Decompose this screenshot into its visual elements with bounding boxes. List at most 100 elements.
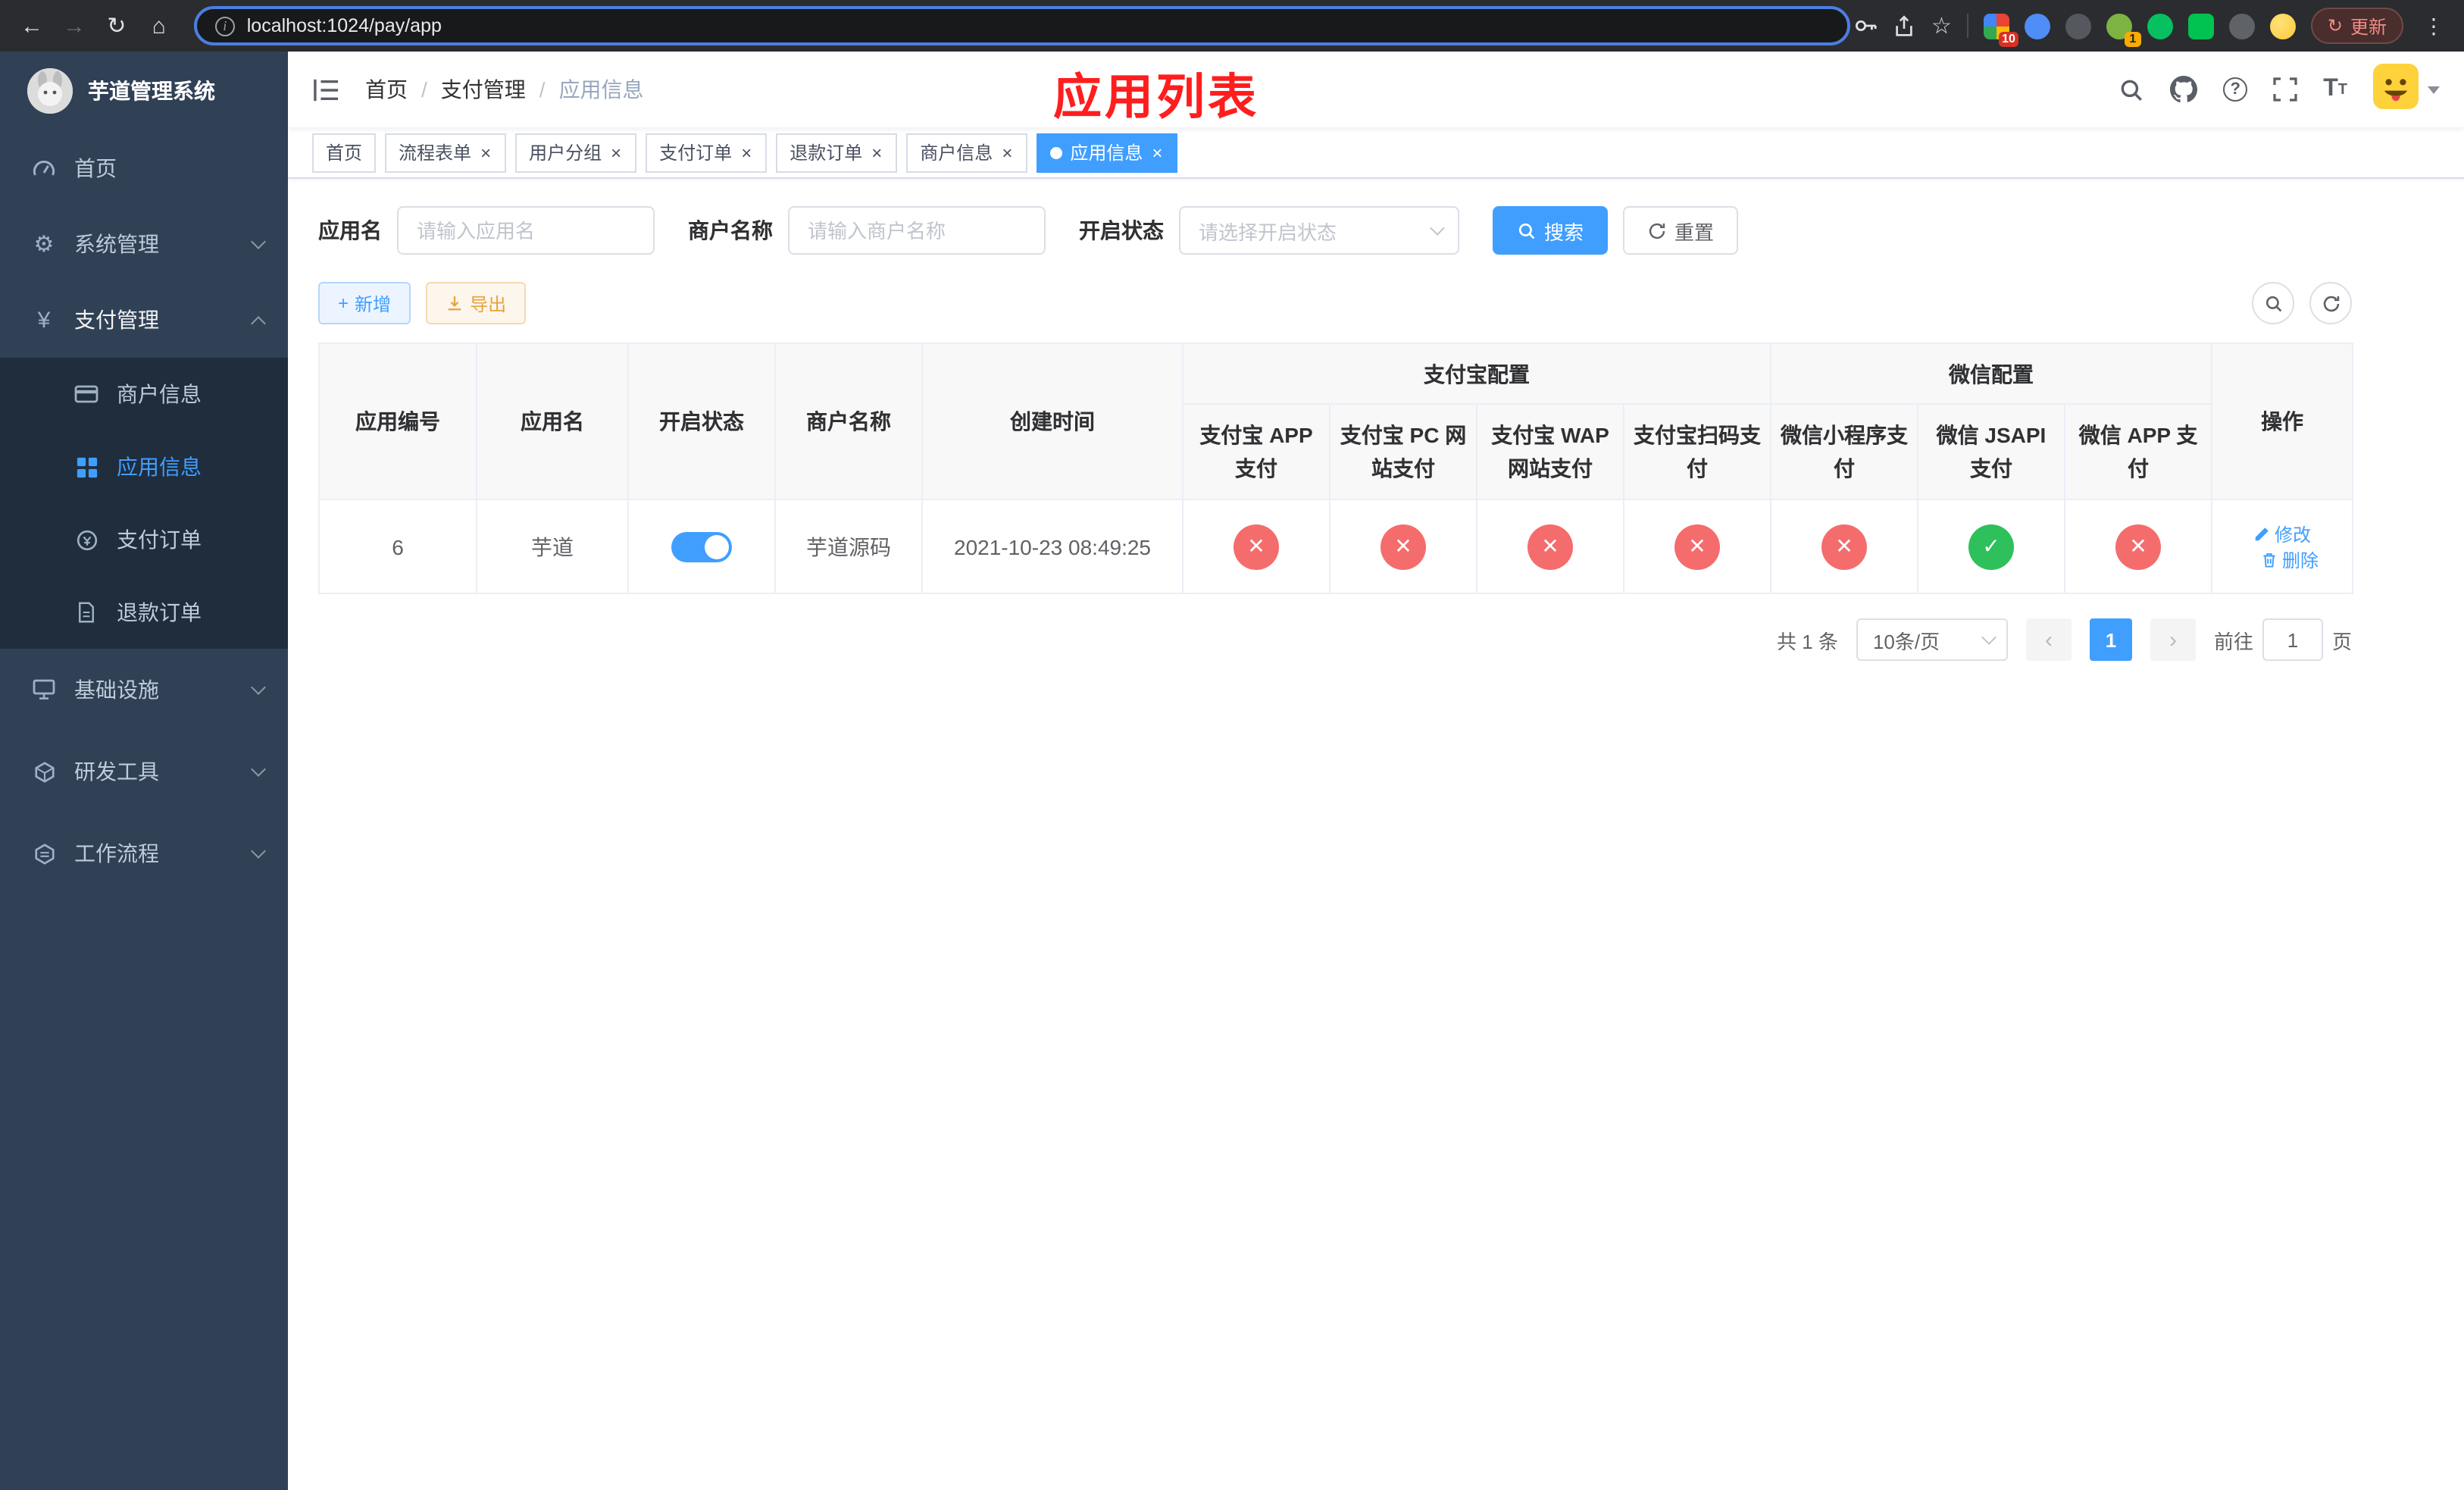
extension-dark-icon[interactable] <box>2065 13 2091 39</box>
app-title: 芋道管理系统 <box>88 79 215 103</box>
show-search-toggle-button[interactable] <box>2252 282 2294 324</box>
status-select[interactable]: 请选择开启状态 <box>1179 206 1459 255</box>
close-icon[interactable]: × <box>740 143 753 161</box>
sidebar-item-label: 工作流程 <box>74 841 159 866</box>
browser-back-icon[interactable]: ← <box>12 6 52 45</box>
divider <box>1966 14 1968 38</box>
sidebar-item-infrastructure[interactable]: 基础设施 <box>0 649 288 731</box>
url-text[interactable]: localhost:1024/pay/app <box>247 15 442 36</box>
password-key-icon[interactable] <box>1854 14 1878 38</box>
sidebar-item-home[interactable]: 首页 <box>0 130 288 206</box>
add-button[interactable]: + 新增 <box>318 282 411 324</box>
close-icon[interactable]: × <box>479 143 492 161</box>
status-cross-icon: ✕ <box>2115 524 2162 569</box>
status-cross-icon: ✕ <box>1821 524 1867 569</box>
sidebar-item-label: 首页 <box>74 156 117 180</box>
close-icon[interactable]: × <box>1000 143 1014 161</box>
extension-wechat-icon[interactable] <box>2147 13 2173 39</box>
sidebar-item-label: 支付管理 <box>74 308 159 332</box>
user-menu[interactable] <box>2373 63 2440 116</box>
cube-icon <box>30 760 58 783</box>
col-actions: 操作 <box>2211 343 2354 500</box>
tab-merchant-info[interactable]: 商户信息 × <box>906 133 1028 172</box>
extension-drop-icon[interactable] <box>2024 13 2050 39</box>
sidebar-item-devtools[interactable]: 研发工具 <box>0 731 288 812</box>
chevron-down-icon <box>251 843 266 858</box>
search-icon[interactable] <box>2118 77 2144 102</box>
github-icon[interactable] <box>2170 76 2198 103</box>
sidebar-item-label: 应用信息 <box>117 455 202 479</box>
sidebar-item-merchant-info[interactable]: 商户信息 <box>0 358 288 430</box>
app-logo-row[interactable]: 芋道管理系统 <box>0 52 288 130</box>
sidebar-item-label: 商户信息 <box>117 382 202 406</box>
prev-page-button[interactable]: ‹ <box>2025 618 2072 661</box>
sidebar-item-system[interactable]: ⚙ 系统管理 <box>0 206 288 282</box>
breadcrumb-payment[interactable]: 支付管理 <box>441 74 526 105</box>
breadcrumb-home[interactable]: 首页 <box>365 74 408 105</box>
browser-home-icon[interactable]: ⌂ <box>139 6 179 45</box>
payment-submenu: 商户信息 应用信息 支付订单 退款订单 <box>0 358 288 649</box>
credit-card-icon <box>73 382 100 406</box>
sidebar-item-workflow[interactable]: 工作流程 <box>0 812 288 894</box>
tab-refund-order[interactable]: 退款订单 × <box>776 133 898 172</box>
col-merchant: 商户名称 <box>774 343 923 500</box>
browser-reload-icon[interactable]: ↻ <box>97 6 136 45</box>
tab-pay-order[interactable]: 支付订单 × <box>646 133 768 172</box>
browser-menu-icon[interactable]: ⋮ <box>2419 13 2449 39</box>
search-button[interactable]: 搜索 <box>1493 206 1609 255</box>
font-size-icon[interactable]: TT <box>2323 76 2347 103</box>
extension-emoji-icon[interactable] <box>2269 13 2296 39</box>
close-icon[interactable]: × <box>870 143 883 161</box>
app-logo <box>27 68 73 114</box>
browser-forward-icon[interactable]: → <box>55 6 94 45</box>
sidebar-item-refund-order[interactable]: 退款订单 <box>0 576 288 649</box>
site-info-icon[interactable]: i <box>214 16 235 36</box>
reset-button-label: 重置 <box>1674 221 1715 243</box>
extension-chat-icon[interactable] <box>2187 13 2214 39</box>
col-alipay-qr: 支付宝扫码支付 <box>1623 403 1771 500</box>
sidebar-collapse-icon[interactable] <box>312 77 341 102</box>
close-icon[interactable]: × <box>609 143 623 161</box>
tab-label: 首页 <box>326 142 363 164</box>
tab-user-group[interactable]: 用户分组 × <box>515 133 637 172</box>
tab-label: 商户信息 <box>920 142 993 164</box>
share-icon[interactable] <box>1893 14 1916 37</box>
status-label: 开启状态 <box>1079 218 1164 243</box>
reset-button[interactable]: 重置 <box>1623 206 1739 255</box>
col-group-alipay: 支付宝配置 <box>1182 343 1771 405</box>
sidebar-item-app-info[interactable]: 应用信息 <box>0 430 288 503</box>
fullscreen-icon[interactable] <box>2273 77 2297 102</box>
page-size-select[interactable]: 10条/页 <box>1856 618 2008 661</box>
tab-app-info[interactable]: 应用信息 × <box>1037 133 1178 172</box>
status-toggle[interactable] <box>671 531 732 562</box>
app-name-input[interactable] <box>397 206 655 255</box>
chevron-up-icon <box>251 315 266 330</box>
address-bar[interactable]: i localhost:1024/pay/app <box>193 6 1851 45</box>
next-page-button[interactable]: › <box>2150 618 2196 661</box>
export-button[interactable]: 导出 <box>426 282 527 324</box>
close-icon[interactable]: × <box>1150 143 1164 161</box>
help-icon[interactable]: ? <box>2223 77 2248 102</box>
browser-update-button[interactable]: ↻ 更新 <box>2310 8 2404 44</box>
bookmark-star-icon[interactable]: ☆ <box>1931 12 1952 39</box>
col-app-name: 应用名 <box>476 343 629 500</box>
chevron-down-icon <box>251 679 266 694</box>
tab-home[interactable]: 首页 <box>312 133 377 172</box>
goto-page-input[interactable] <box>2262 618 2323 661</box>
status-select-placeholder: 请选择开启状态 <box>1199 221 1337 243</box>
page-number-button[interactable]: 1 <box>2089 618 2132 661</box>
delete-button[interactable]: 删除 <box>2261 546 2319 572</box>
extension-grid-icon[interactable]: 10 <box>1983 13 2018 46</box>
sidebar-item-pay-order[interactable]: 支付订单 <box>0 503 288 576</box>
col-wechat-app: 微信 APP 支付 <box>2063 403 2213 500</box>
tab-process-form[interactable]: 流程表单 × <box>385 133 507 172</box>
sidebar-item-payment[interactable]: ¥ 支付管理 <box>0 282 288 358</box>
extension-pin-icon[interactable] <box>2228 13 2255 39</box>
col-status: 开启状态 <box>627 343 776 500</box>
chevron-down-icon <box>1981 630 1997 645</box>
refresh-table-button[interactable] <box>2309 282 2352 324</box>
merchant-name-input[interactable] <box>788 206 1046 255</box>
edit-button[interactable]: 修改 <box>2253 521 2311 546</box>
extension-translate-icon[interactable]: 1 <box>2106 13 2141 46</box>
col-alipay-pc: 支付宝 PC 网站支付 <box>1329 403 1477 500</box>
